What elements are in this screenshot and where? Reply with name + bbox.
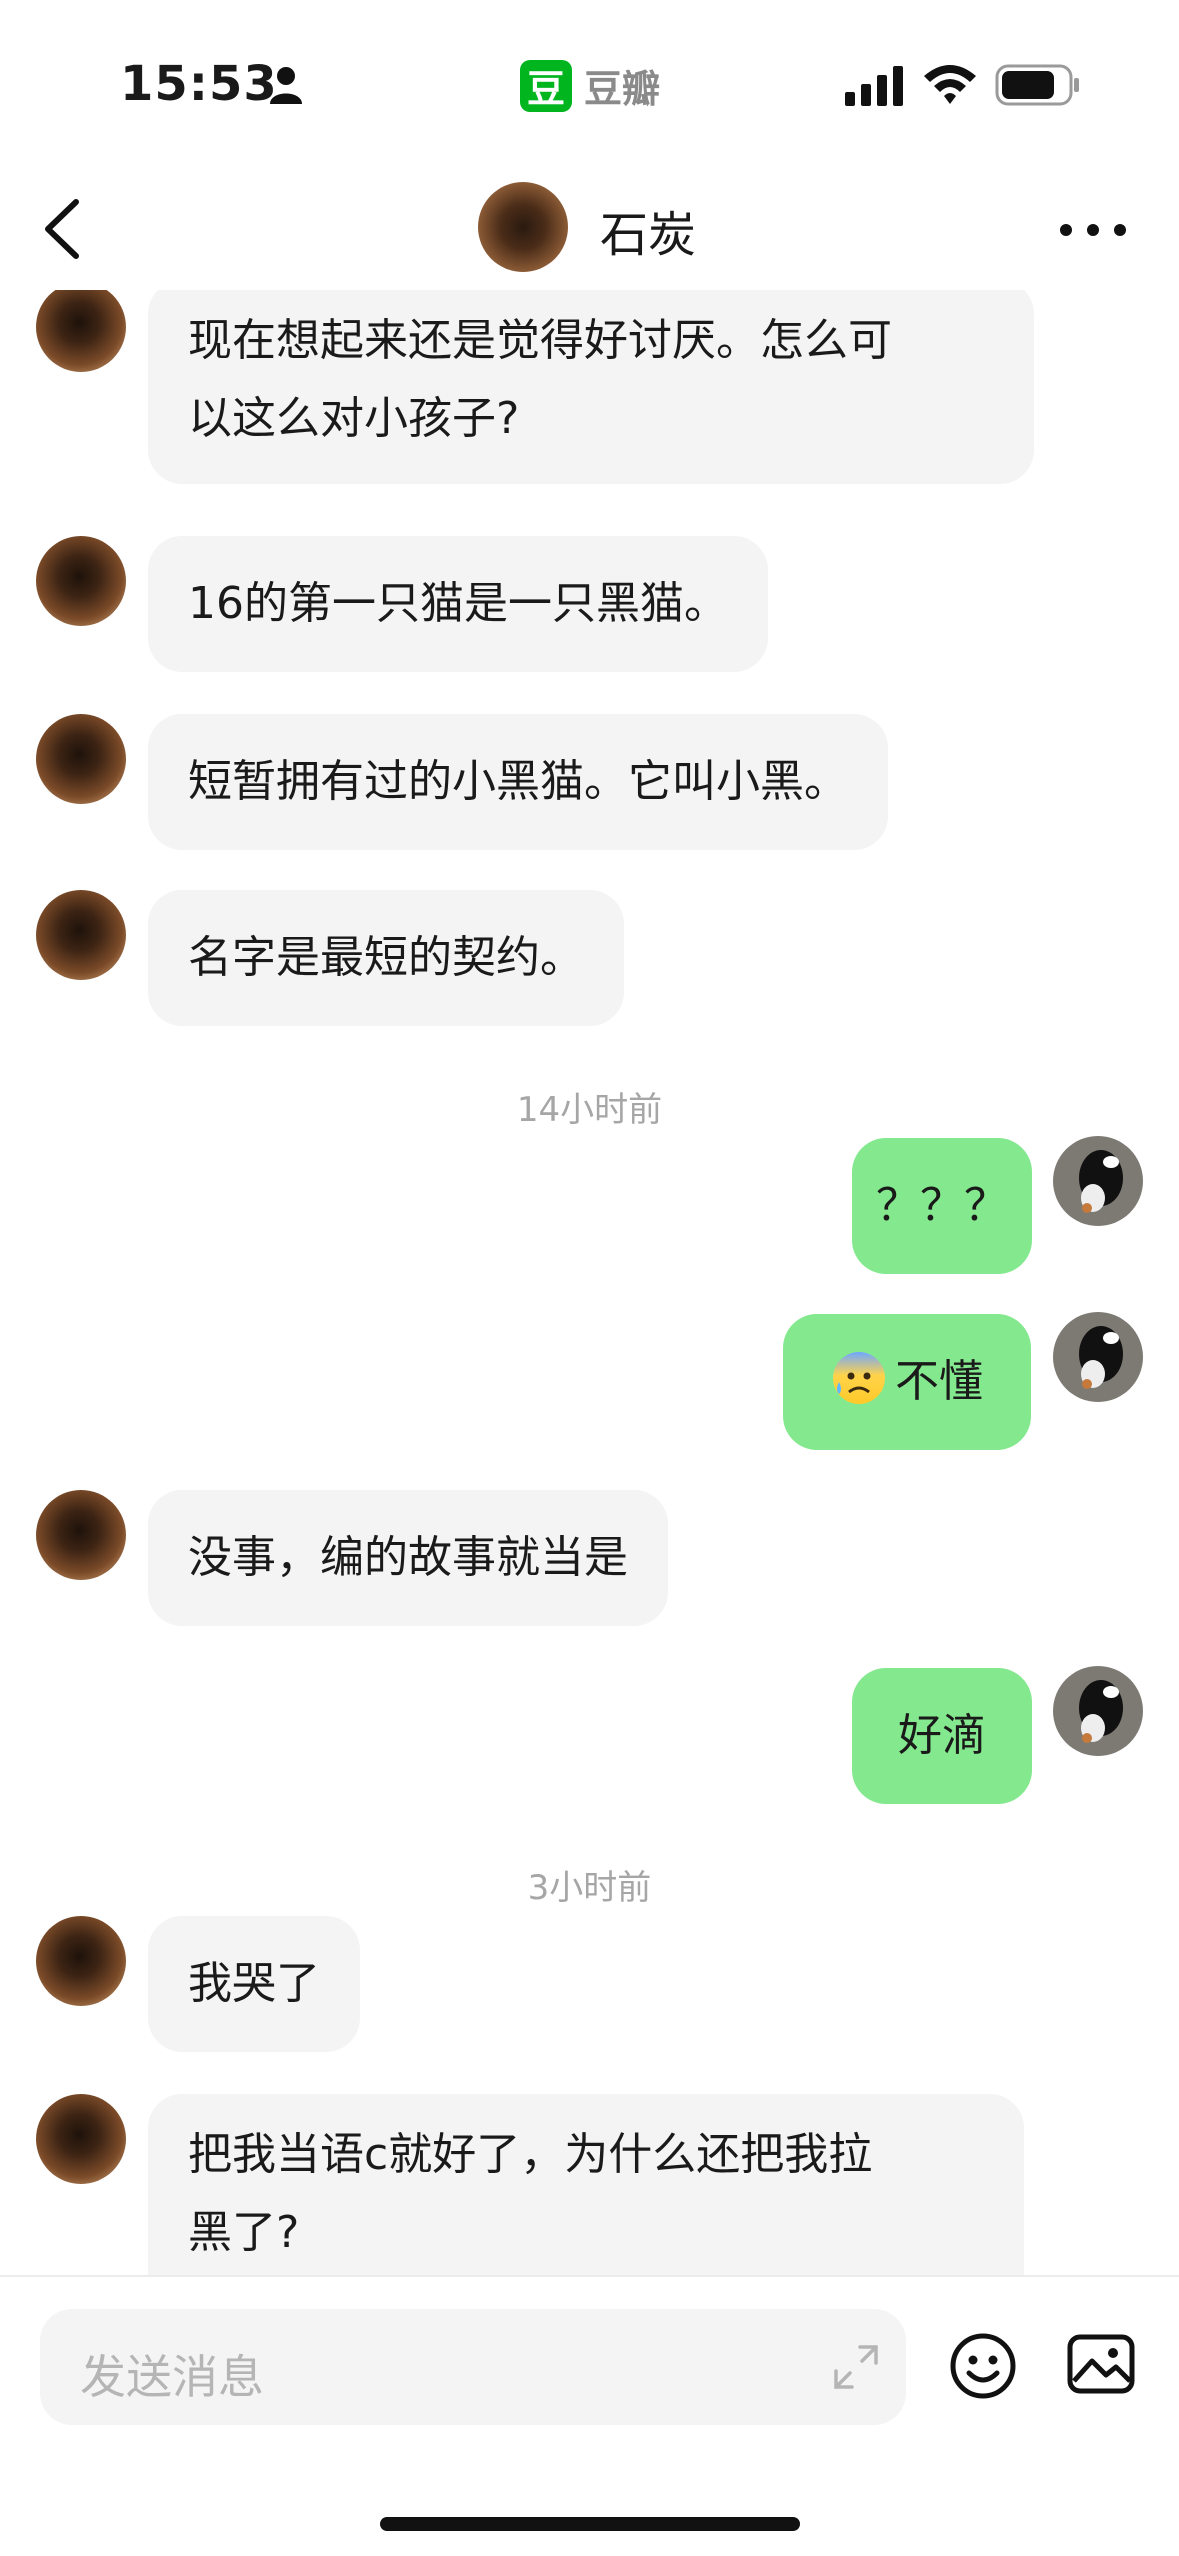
sender-avatar[interactable] <box>36 2094 126 2184</box>
nav-bar: 石炭 <box>0 170 1179 290</box>
outgoing-message-bubble[interactable]: ？？？ <box>852 1138 1032 1274</box>
dog-photo-icon <box>1053 1312 1143 1402</box>
message-text: 短暂拥有过的小黑猫。它叫小黑。 <box>188 756 848 807</box>
message-input-placeholder: 发送消息 <box>80 2350 264 2404</box>
app-name: 豆瓣 <box>584 67 661 111</box>
outgoing-message-bubble[interactable]: 好滴 <box>852 1668 1032 1804</box>
incoming-message-bubble[interactable]: 没事，编的故事就当是 <box>148 1490 668 1626</box>
cellular-signal-icon <box>845 66 903 106</box>
status-bar: 15:53 豆 豆瓣 <box>0 0 1179 170</box>
message-text: 把我当语c就好了，为什么还把我拉 <box>188 2129 873 2180</box>
message-text: 以这么对小孩子? <box>188 393 520 444</box>
message-text: 好滴 <box>898 1710 986 1761</box>
composer-bar: 发送消息 <box>0 2275 1179 2556</box>
message-text: 16的第一只猫是一只黑猫。 <box>188 578 728 629</box>
home-indicator <box>380 2517 800 2531</box>
status-time: 15:53 <box>120 56 278 112</box>
incoming-message-bubble[interactable]: 名字是最短的契约。 <box>148 890 624 1026</box>
emoji-icon[interactable] <box>948 2331 1018 2401</box>
anxious-face-with-sweat-icon <box>833 1352 885 1404</box>
image-icon[interactable] <box>1066 2331 1136 2397</box>
sender-avatar[interactable] <box>36 290 126 372</box>
incoming-message-bubble[interactable]: 把我当语c就好了，为什么还把我拉 黑了? <box>148 2094 1024 2275</box>
battery-icon <box>995 64 1079 106</box>
expand-icon[interactable] <box>828 2339 884 2395</box>
message-input[interactable]: 发送消息 <box>40 2309 906 2425</box>
message-text: ？？？ <box>876 1180 1008 1231</box>
message-text: 不懂 <box>895 1356 983 1407</box>
outgoing-message-bubble[interactable]: 不懂 <box>783 1314 1031 1450</box>
timestamp: 14小时前 <box>516 1090 663 1130</box>
douban-logo-icon: 豆 <box>520 59 572 112</box>
sender-avatar[interactable] <box>36 890 126 980</box>
incoming-message-bubble[interactable]: 16的第一只猫是一只黑猫。 <box>148 536 768 672</box>
timestamp: 3小时前 <box>527 1868 652 1908</box>
sender-avatar[interactable] <box>36 714 126 804</box>
back-chevron-icon[interactable] <box>34 184 94 274</box>
message-text: 名字是最短的契约。 <box>188 932 584 983</box>
sender-avatar[interactable] <box>36 536 126 626</box>
my-avatar[interactable] <box>1053 1312 1143 1402</box>
contact-avatar[interactable] <box>478 182 568 272</box>
incoming-message-bubble[interactable]: 我哭了 <box>148 1916 360 2052</box>
my-avatar[interactable] <box>1053 1136 1143 1226</box>
dog-photo-icon <box>1053 1136 1143 1226</box>
sender-avatar[interactable] <box>36 1490 126 1580</box>
person-icon <box>270 67 302 104</box>
contact-name[interactable]: 石炭 <box>600 195 696 265</box>
message-list[interactable]: 现在想起来还是觉得好讨厌。怎么可 以这么对小孩子? 16的第一只猫是一只黑猫。 … <box>0 290 1179 2275</box>
more-options-icon[interactable] <box>1058 210 1128 250</box>
message-text: 我哭了 <box>188 1958 320 2009</box>
dog-photo-icon <box>1053 1666 1143 1756</box>
incoming-message-bubble[interactable]: 现在想起来还是觉得好讨厌。怎么可 以这么对小孩子? <box>148 290 1034 484</box>
my-avatar[interactable] <box>1053 1666 1143 1756</box>
sender-avatar[interactable] <box>36 1916 126 2006</box>
incoming-message-bubble[interactable]: 短暂拥有过的小黑猫。它叫小黑。 <box>148 714 888 850</box>
app-indicator[interactable]: 豆 豆瓣 <box>520 58 660 113</box>
wifi-icon <box>924 65 976 104</box>
message-text: 没事，编的故事就当是 <box>188 1532 628 1583</box>
message-text: 黑了? <box>188 2207 300 2258</box>
message-text: 现在想起来还是觉得好讨厌。怎么可 <box>188 315 892 366</box>
